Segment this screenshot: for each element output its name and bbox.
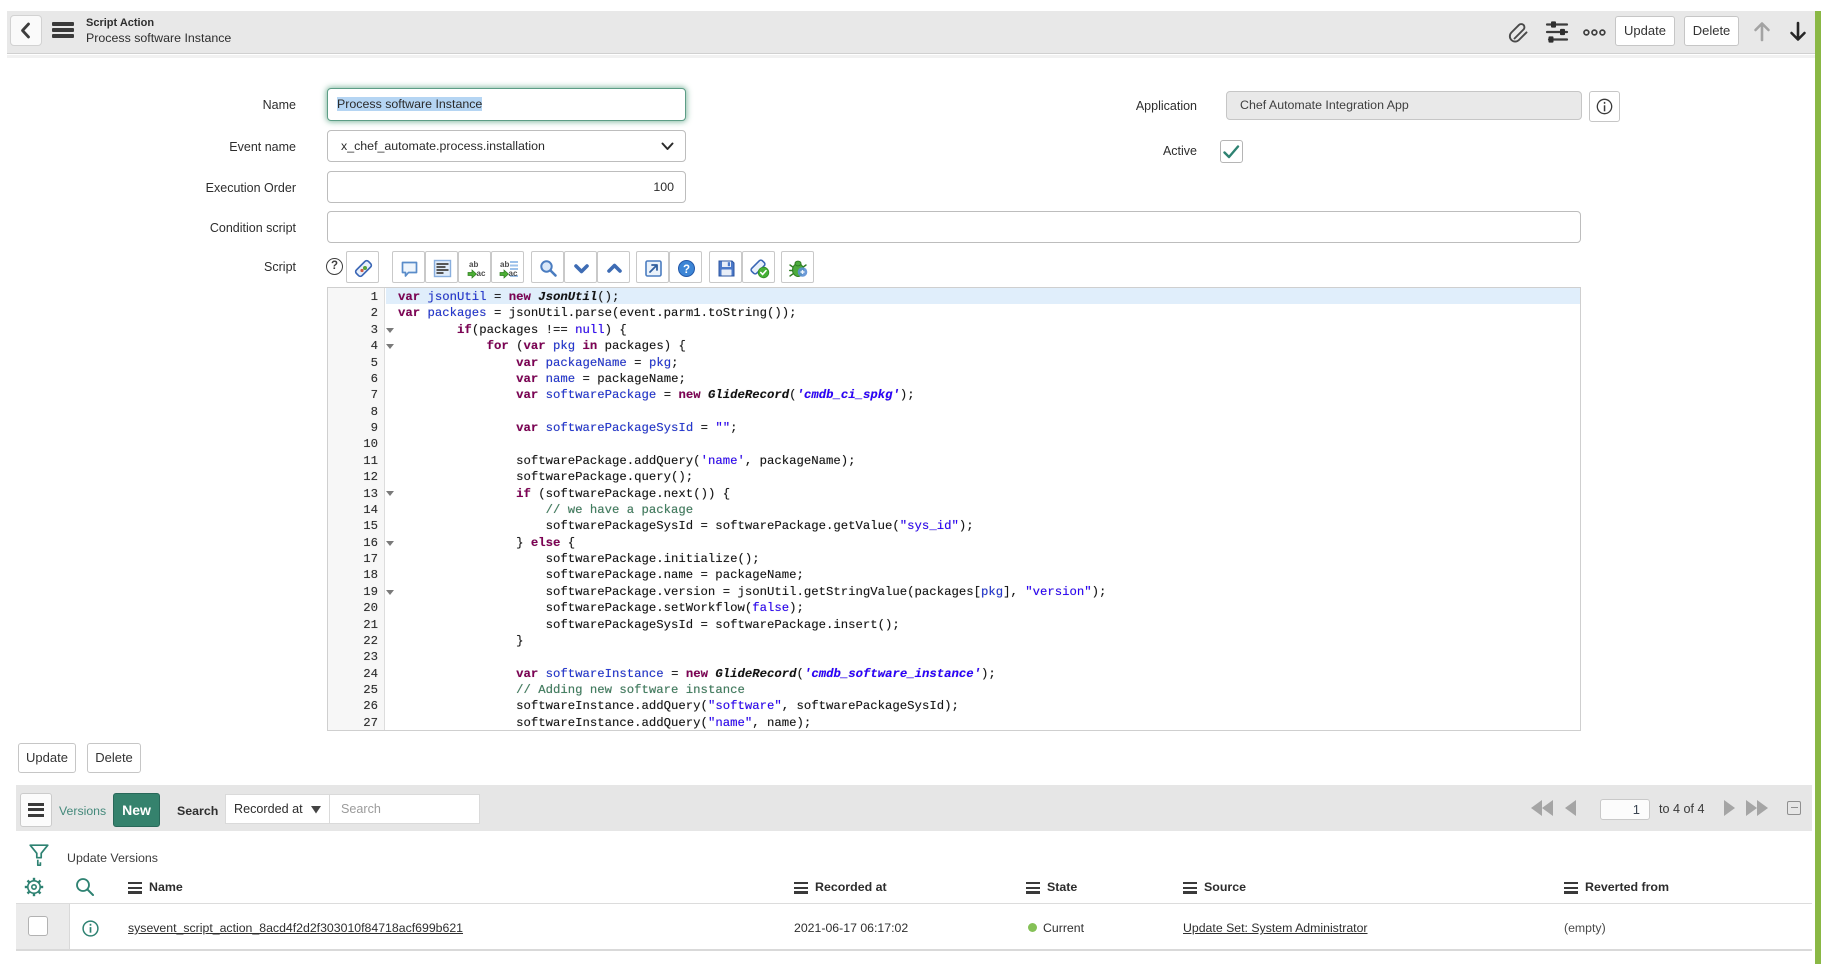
svg-text:ab: ab	[500, 260, 509, 269]
svg-text:ac: ac	[509, 269, 518, 278]
svg-text:?: ?	[683, 264, 690, 276]
svg-text:ac: ac	[477, 269, 486, 278]
svg-text:ab: ab	[469, 260, 478, 269]
